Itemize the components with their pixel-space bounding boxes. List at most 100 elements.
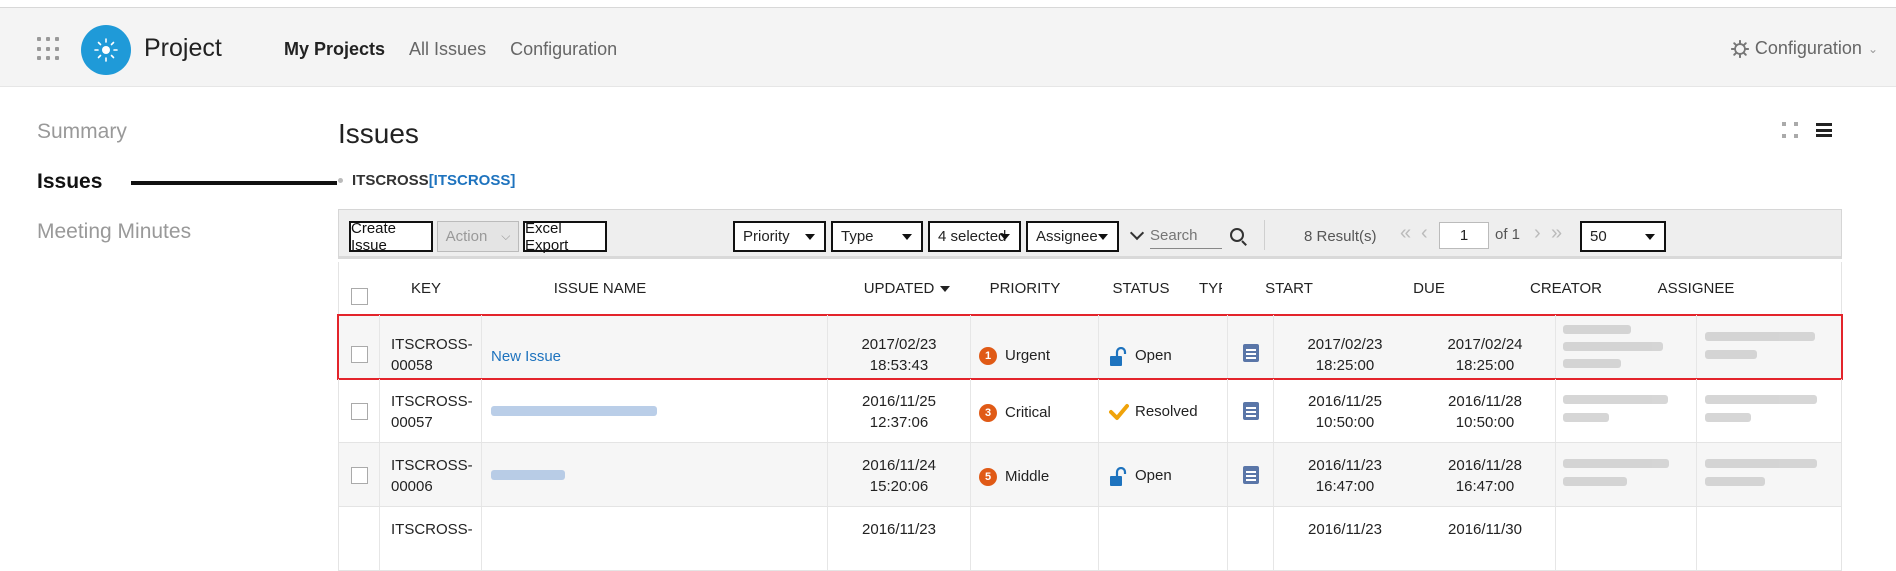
priority-label: Critical [1005, 404, 1051, 421]
list-view-icon[interactable] [1816, 122, 1832, 138]
result-count: 8 Result(s) [1304, 228, 1377, 245]
nav-all-issues[interactable]: All Issues [409, 39, 486, 60]
page-total: of 1 [1495, 226, 1521, 243]
app-grid-icon[interactable] [37, 37, 61, 61]
row-checkbox[interactable] [351, 467, 368, 484]
col-assignee[interactable]: ASSIGNEE [1641, 280, 1751, 297]
due-date-line: 2016/11/28 [1448, 393, 1522, 410]
assignee-filter[interactable]: Assignee [1026, 221, 1119, 252]
updated-date-line: 2017/02/23 [861, 336, 937, 353]
creator-redacted [1561, 321, 1681, 373]
unlock-icon [1110, 467, 1127, 486]
main-content: Issues ITSCROSS[ITSCROSS] Create Issue A… [337, 118, 1843, 571]
action-button[interactable]: Action ⌵ [437, 221, 519, 252]
breadcrumb: ITSCROSS[ITSCROSS] [338, 172, 515, 189]
window-top-edge [0, 0, 1896, 8]
create-issue-button[interactable]: Create Issue [349, 220, 433, 254]
breadcrumb-key: ITSCROSS [352, 172, 429, 189]
page-size-select[interactable]: 50 [1580, 221, 1666, 252]
table-row[interactable]: ITSCROSS- 2016/11/23 2016/11/23 2016/11/… [338, 507, 1842, 571]
status-filter-label: 4 selected [938, 228, 1007, 245]
start-date-line: 2016/11/25 [1308, 393, 1382, 410]
sidebar-item-meeting-minutes[interactable]: Meeting Minutes [37, 218, 307, 268]
priority-cell: 3 Critical [979, 402, 1051, 423]
project-logo-icon[interactable] [81, 25, 131, 75]
nav-configuration[interactable]: Configuration [510, 39, 617, 60]
redacted-text [1563, 459, 1669, 486]
status-filter[interactable]: 4 selected [928, 221, 1021, 252]
expand-filters-icon[interactable] [1129, 225, 1145, 241]
toolbar-divider [1264, 220, 1265, 250]
breadcrumb-link[interactable]: [ITSCROSS] [429, 172, 516, 189]
priority-badge-icon: 5 [979, 468, 997, 487]
caret-down-icon [805, 234, 815, 240]
col-issue-name[interactable]: ISSUE NAME [479, 280, 721, 297]
bullet-icon [338, 178, 343, 183]
configuration-menu[interactable]: Configuration ⌄ [1730, 38, 1878, 59]
updated-date: 2016/11/23 [862, 521, 936, 538]
sidebar-item-summary[interactable]: Summary [37, 118, 307, 168]
status-label: Resolved [1135, 403, 1198, 420]
first-page-icon[interactable]: « [1400, 223, 1411, 243]
sidebar-item-issues[interactable]: Issues [37, 168, 337, 218]
search-input[interactable] [1150, 223, 1222, 249]
updated-date: 2016/11/25 12:37:06 [837, 391, 961, 433]
prev-page-icon[interactable]: ‹ [1421, 223, 1428, 243]
view-toggle [1782, 122, 1832, 138]
assignee-filter-label: Assignee [1036, 228, 1098, 245]
col-start[interactable]: START [1251, 280, 1327, 297]
caret-down-icon [1098, 234, 1108, 240]
issue-name-redacted[interactable] [491, 467, 571, 481]
issue-key[interactable]: ITSCROSS-00058 [391, 334, 473, 376]
issue-key[interactable]: ITSCROSS-00006 [391, 455, 473, 497]
due-time-line: 10:50:00 [1455, 414, 1515, 431]
issue-name-link[interactable]: New Issue [491, 346, 561, 367]
col-type[interactable]: TYPE [1199, 280, 1222, 297]
table-row[interactable]: ITSCROSS-00006 2016/11/24 15:20:06 5 Middl… [338, 443, 1842, 507]
redacted-text [1563, 395, 1668, 422]
col-priority[interactable]: PRIORITY [975, 280, 1075, 297]
excel-export-button[interactable]: Excel Export [523, 220, 607, 254]
app-header: Project My Projects All Issues Configura… [0, 8, 1896, 87]
caret-down-icon [902, 234, 912, 240]
page-number-input[interactable] [1439, 222, 1489, 249]
col-updated[interactable]: UPDATED [854, 280, 960, 297]
issue-key[interactable]: ITSCROSS-00057 [391, 391, 473, 433]
col-creator[interactable]: CREATOR [1511, 280, 1621, 297]
updated-date: 2016/11/24 15:20:06 [837, 455, 961, 497]
next-page-icon[interactable]: › [1534, 223, 1541, 243]
caret-down-icon [1000, 234, 1010, 240]
priority-filter[interactable]: Priority [733, 221, 826, 252]
gear-icon [1730, 39, 1749, 58]
start-date-line: 2017/02/23 [1307, 336, 1383, 353]
status-label: Open [1135, 467, 1172, 484]
nav-my-projects[interactable]: My Projects [284, 39, 385, 60]
row-checkbox[interactable] [351, 346, 368, 363]
priority-label: Middle [1005, 468, 1050, 485]
start-date-line: 2016/11/23 [1308, 457, 1382, 474]
redacted-text [1705, 459, 1817, 486]
updated-time-line: 15:20:06 [869, 478, 929, 495]
type-filter[interactable]: Type [831, 221, 923, 252]
table-header: KEY ISSUE NAME UPDATED PRIORITY STATUS T… [338, 262, 1842, 315]
col-due[interactable]: DUE [1391, 280, 1467, 297]
grid-view-icon[interactable] [1782, 122, 1798, 138]
task-type-icon [1243, 344, 1259, 362]
page-size-label: 50 [1590, 228, 1607, 245]
task-type-icon [1243, 402, 1259, 420]
row-checkbox[interactable] [351, 403, 368, 420]
redacted-text [491, 470, 565, 480]
table-row[interactable]: ITSCROSS-00057 2016/11/25 12:37:06 3 Criti… [338, 379, 1842, 443]
last-page-icon[interactable]: » [1551, 223, 1562, 243]
due-date-line: 2016/11/28 [1448, 457, 1522, 474]
table-row[interactable]: ITSCROSS-00058 New Issue 2017/02/23 18:53… [337, 314, 1843, 380]
col-status[interactable]: STATUS [1106, 280, 1176, 297]
issue-name-redacted[interactable] [491, 403, 661, 417]
updated-time-line: 18:53:43 [869, 357, 929, 374]
start-date: 2016/11/23 16:47:00 [1275, 455, 1415, 497]
select-all-checkbox[interactable] [351, 288, 368, 305]
issue-key[interactable]: ITSCROSS- [391, 519, 473, 540]
col-key[interactable]: KEY [391, 280, 461, 297]
search-icon[interactable] [1230, 228, 1244, 242]
due-date: 2016/11/30 [1448, 521, 1522, 538]
